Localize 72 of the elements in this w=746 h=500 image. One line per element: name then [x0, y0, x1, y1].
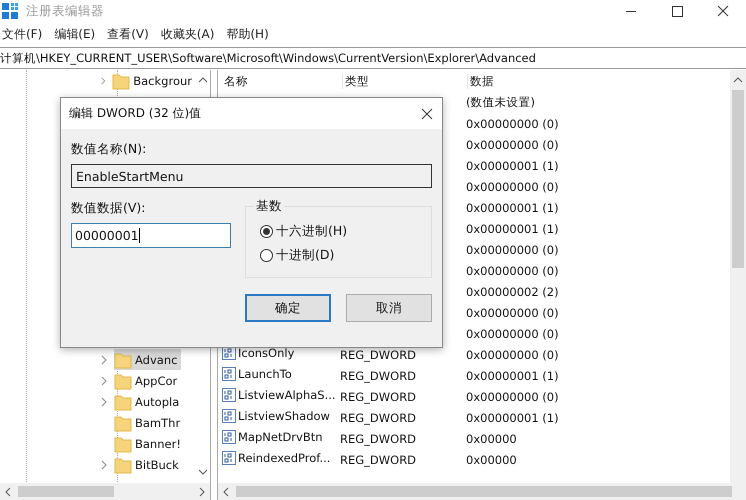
table-cell: 0x00000000 (0) [466, 390, 559, 404]
table-cell: REG_DWORD [340, 432, 416, 446]
window-title: 注册表编辑器 [26, 2, 104, 20]
menu-item[interactable]: 文件(F) [2, 26, 42, 42]
table-cell: 0x00000001 (1) [466, 410, 559, 424]
tree-item[interactable]: Backgrour [112, 70, 196, 91]
table-cell: ReindexedProf... [222, 451, 330, 465]
menu-item[interactable]: 查看(V) [107, 26, 149, 42]
radio-button[interactable] [260, 248, 273, 262]
table-cell: 0x00000 [466, 452, 517, 466]
tree-item[interactable]: BamThr [114, 412, 184, 433]
tree-item[interactable]: Banner! [114, 433, 185, 454]
scrollbar[interactable] [730, 70, 746, 483]
table-cell: 0x00000000 (0) [466, 326, 559, 340]
table-cell: (数值未设置) [466, 95, 535, 109]
cancel-button[interactable]: 取消 [346, 294, 432, 322]
column-header[interactable]: 名称 [222, 74, 343, 88]
table-cell: 0x00000000 (0) [466, 306, 559, 320]
chevron-icon[interactable] [100, 396, 108, 406]
table-cell: 0x00000000 (0) [466, 348, 559, 362]
binary-value-icon[interactable] [222, 409, 236, 423]
table-cell: REG_DWORD [340, 348, 416, 362]
table-cell: 0x00000000 (0) [466, 264, 559, 278]
binary-value-icon[interactable] [222, 367, 236, 381]
table-cell: MapNetDrvBtn [222, 430, 323, 444]
table-cell: REG_DWORD [340, 390, 416, 404]
address-bar[interactable]: 计算机\HKEY_CURRENT_USER\Software\Microsoft\Windows\CurrentVersion\Explorer\Advanced [0, 47, 746, 69]
name-field[interactable]: EnableStartMenu [71, 164, 432, 188]
table-cell: 0x00000001 (1) [466, 200, 559, 214]
dialog-title: 编辑 DWORD (32 位)值 [69, 105, 202, 122]
radio-button[interactable] [260, 224, 273, 238]
table-cell: REG_DWORD [340, 368, 416, 382]
scrollbar[interactable] [218, 483, 746, 500]
close-icon[interactable] [420, 106, 434, 120]
table-cell: ListviewAlphaS... [222, 388, 336, 402]
group-title: 基数 [254, 198, 284, 215]
table-cell: REG_DWORD [340, 410, 416, 424]
chevron-icon[interactable] [100, 354, 108, 364]
table-cell: 0x00000002 (2) [466, 284, 559, 298]
table-cell: REG_DWORD [340, 452, 416, 466]
table-cell: LaunchTo [222, 367, 292, 381]
data-field[interactable]: 00000001 [71, 223, 231, 248]
table-cell: 0x00000001 (1) [466, 222, 559, 236]
binary-value-icon[interactable] [222, 451, 236, 465]
table-cell: ListviewShadow [222, 409, 330, 423]
app-icon [2, 3, 18, 19]
menu-item[interactable]: 收藏夹(A) [160, 26, 214, 42]
radio-label[interactable]: 十进制(D) [276, 246, 334, 264]
column-header[interactable]: 类型 [343, 74, 468, 88]
tree-item[interactable]: AppCor [114, 370, 182, 391]
table-cell: 0x00000 [466, 432, 517, 446]
radio-label[interactable]: 十六进制(H) [276, 222, 348, 240]
binary-value-icon[interactable] [222, 388, 236, 402]
table-cell: 0x00000000 (0) [466, 116, 559, 130]
table-cell: 0x00000000 (0) [466, 138, 559, 152]
binary-value-icon[interactable] [222, 430, 236, 444]
chevron-icon[interactable] [100, 376, 108, 386]
chevron-icon[interactable] [100, 76, 106, 86]
tree-item[interactable]: Autopla [114, 391, 184, 412]
menu-item[interactable]: 帮助(H) [226, 26, 269, 42]
field-label: 数值名称(N): [71, 141, 148, 158]
table-cell: 0x00000000 (0) [466, 242, 559, 256]
table-cell: 0x00000000 (0) [466, 180, 559, 194]
table-cell: 0x00000001 (1) [466, 158, 559, 172]
tree-item[interactable]: BitBuck [114, 454, 183, 475]
menu-item[interactable]: 编辑(E) [54, 26, 96, 42]
chevron-icon[interactable] [100, 460, 108, 470]
tree-item[interactable]: Advanc [114, 349, 182, 370]
ok-button[interactable]: 确定 [245, 294, 331, 322]
field-label: 数值数据(V): [71, 200, 147, 217]
scrollbar[interactable] [0, 483, 210, 500]
table-cell: 0x00000001 (1) [466, 368, 559, 382]
